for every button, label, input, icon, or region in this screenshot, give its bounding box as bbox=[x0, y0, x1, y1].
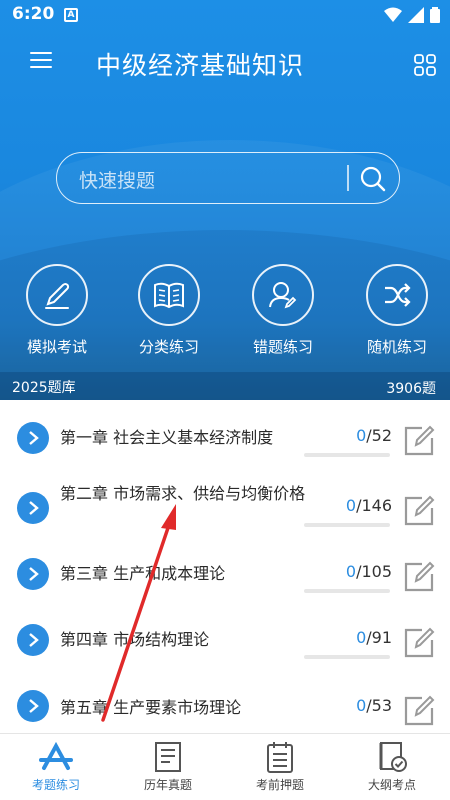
feature-label: 随机练习 bbox=[366, 338, 427, 356]
tab-predicted-questions[interactable]: 考前押题 bbox=[224, 734, 336, 800]
feature-random-practice[interactable]: 随机练习 bbox=[342, 264, 450, 357]
notification-icon: A bbox=[64, 8, 78, 22]
feature-category-practice[interactable]: 分类练习 bbox=[114, 264, 224, 357]
question-bank-bar: 2025题库 3906题 bbox=[0, 372, 450, 400]
shuffle-icon bbox=[385, 283, 411, 307]
app-store-icon bbox=[39, 741, 73, 770]
tab-label: 考前押题 bbox=[255, 778, 304, 792]
feature-wrong-practice[interactable]: 错题练习 bbox=[228, 264, 338, 357]
chapter-title: 第三章 生产和成本理论 bbox=[60, 564, 226, 583]
bank-name: 2025题库 bbox=[12, 380, 76, 396]
newspaper-icon bbox=[155, 742, 181, 772]
progress-bar bbox=[304, 453, 390, 457]
feature-label: 错题练习 bbox=[252, 338, 313, 356]
grid-icon[interactable] bbox=[414, 54, 436, 76]
chapter-title: 第一章 社会主义基本经济制度 bbox=[60, 428, 274, 447]
edit-icon[interactable] bbox=[402, 560, 436, 594]
tab-label: 大纲考点 bbox=[367, 778, 416, 792]
chapter-progress: 0/146 bbox=[345, 496, 392, 515]
chapter-title: 第四章 市场结构理论 bbox=[60, 630, 210, 649]
progress-bar bbox=[304, 589, 390, 593]
system-icons bbox=[384, 7, 440, 23]
edit-icon[interactable] bbox=[402, 494, 436, 528]
feature-mock-exam[interactable]: 模拟考试 bbox=[2, 264, 112, 357]
search-box[interactable]: 快速搜题 bbox=[56, 152, 400, 204]
pen-icon bbox=[45, 283, 70, 309]
signal-icon bbox=[408, 7, 424, 23]
chapter-row[interactable]: 第五章 生产要素市场理论 0/53 bbox=[0, 674, 450, 732]
menu-icon[interactable] bbox=[30, 52, 52, 72]
chapter-title: 第五章 生产要素市场理论 bbox=[60, 698, 242, 717]
progress-bar bbox=[304, 523, 390, 527]
edit-icon[interactable] bbox=[402, 626, 436, 660]
progress-bar bbox=[304, 655, 390, 659]
chevron-right-icon bbox=[17, 422, 49, 454]
clipboard-list-icon bbox=[267, 742, 293, 773]
chapter-row[interactable]: 第四章 市场结构理论 0/91 bbox=[0, 608, 450, 674]
feature-label: 模拟考试 bbox=[26, 338, 87, 356]
chapter-row[interactable]: 第三章 生产和成本理论 0/105 bbox=[0, 542, 450, 608]
chapter-progress: 0/52 bbox=[356, 426, 392, 445]
tab-past-papers[interactable]: 历年真题 bbox=[112, 734, 224, 800]
chapter-list: 第一章 社会主义基本经济制度 0/52 第二章 市场需求、供给与均衡价格 0/1… bbox=[0, 402, 450, 732]
tab-syllabus-points[interactable]: 大纲考点 bbox=[336, 734, 448, 800]
chapter-progress: 0/53 bbox=[356, 696, 392, 715]
app-title: 中级经济基础知识 bbox=[96, 51, 305, 80]
bank-count: 3906题 bbox=[386, 381, 436, 397]
wifi-icon bbox=[384, 7, 402, 22]
book-check-icon bbox=[379, 742, 407, 772]
book-icon bbox=[154, 282, 184, 309]
tab-label: 考题练习 bbox=[31, 778, 80, 792]
chevron-right-icon bbox=[17, 492, 49, 524]
chapter-row[interactable]: 第二章 市场需求、供给与均衡价格 0/146 bbox=[0, 472, 450, 542]
bottom-tab-bar: 考题练习 历年真题 考前押题 大纲考点 bbox=[0, 733, 450, 800]
status-time: 6:20 bbox=[12, 4, 55, 24]
edit-icon[interactable] bbox=[402, 694, 436, 728]
user-edit-icon bbox=[269, 282, 297, 309]
app-bar: 中级经济基础知识 bbox=[0, 40, 450, 90]
tab-label: 历年真题 bbox=[143, 778, 192, 792]
battery-icon bbox=[430, 7, 440, 23]
chevron-right-icon bbox=[17, 624, 49, 656]
chevron-right-icon bbox=[17, 558, 49, 590]
search-divider bbox=[347, 165, 349, 191]
chevron-right-icon bbox=[17, 690, 49, 722]
search-icon[interactable] bbox=[359, 165, 387, 193]
status-bar: 6:20 A bbox=[0, 0, 450, 30]
tab-exam-practice[interactable]: 考题练习 bbox=[0, 734, 112, 800]
edit-icon[interactable] bbox=[402, 424, 436, 458]
feature-buttons: 模拟考试 分类练习 错题练习 随机练习 bbox=[0, 264, 450, 364]
feature-label: 分类练习 bbox=[138, 338, 199, 356]
chapter-progress: 0/105 bbox=[345, 562, 392, 581]
search-input[interactable]: 快速搜题 bbox=[79, 166, 155, 193]
chapter-row[interactable]: 第一章 社会主义基本经济制度 0/52 bbox=[0, 402, 450, 472]
chapter-progress: 0/91 bbox=[356, 628, 392, 647]
chapter-title: 第二章 市场需求、供给与均衡价格 bbox=[60, 484, 306, 503]
